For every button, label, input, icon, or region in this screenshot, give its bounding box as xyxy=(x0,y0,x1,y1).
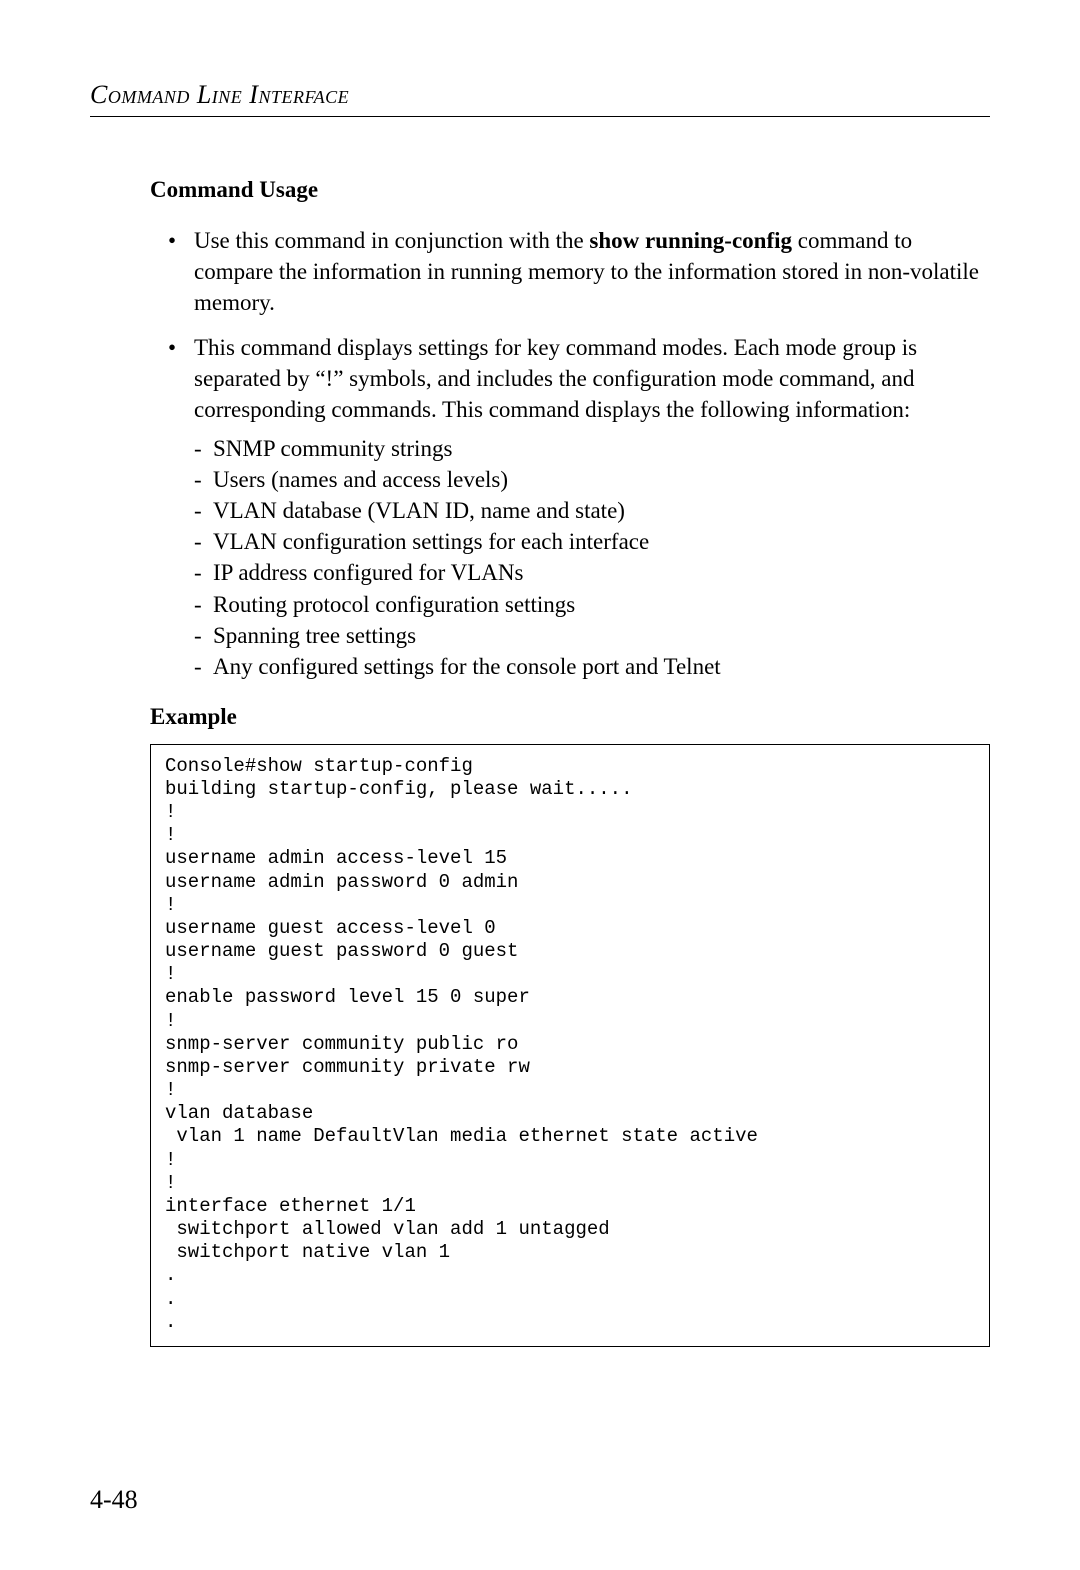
sub-list: SNMP community strings Users (names and … xyxy=(194,433,990,681)
content-area: Command Usage Use this command in conjun… xyxy=(150,177,990,1347)
list-item: Routing protocol configuration settings xyxy=(213,589,990,620)
text: This command displays settings for key c… xyxy=(194,335,917,422)
list-item: Any configured settings for the console … xyxy=(213,651,990,682)
list-item: This command displays settings for key c… xyxy=(190,332,990,682)
code-block: Console#show startup-config building sta… xyxy=(150,744,990,1347)
example-heading: Example xyxy=(150,704,990,730)
text: Use this command in conjunction with the xyxy=(194,228,589,253)
page-number: 4-48 xyxy=(90,1485,138,1515)
list-item: SNMP community strings xyxy=(213,433,990,464)
list-item: IP address configured for VLANs xyxy=(213,557,990,588)
bold-term: show running-config xyxy=(589,228,792,253)
list-item: Spanning tree settings xyxy=(213,620,990,651)
list-item: Use this command in conjunction with the… xyxy=(190,225,990,318)
section-title: Command Usage xyxy=(150,177,990,203)
page: Command Line Interface Command Usage Use… xyxy=(0,0,1080,1570)
list-item: VLAN database (VLAN ID, name and state) xyxy=(213,495,990,526)
list-item: VLAN configuration settings for each int… xyxy=(213,526,990,557)
bullet-list: Use this command in conjunction with the… xyxy=(150,225,990,682)
list-item: Users (names and access levels) xyxy=(213,464,990,495)
running-head: Command Line Interface xyxy=(90,80,990,117)
